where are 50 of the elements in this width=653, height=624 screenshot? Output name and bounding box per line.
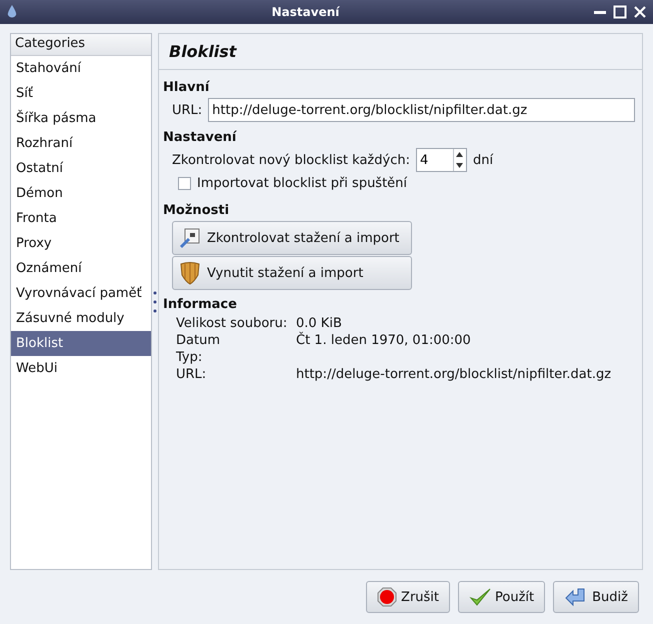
info-label: Velikost souboru: [176,315,288,332]
category-item[interactable]: Rozhraní [11,131,151,156]
field-label: URL: [172,102,202,118]
category-item[interactable]: Zásuvné moduly [11,306,151,331]
info-value: 0.0 KiB [296,315,343,332]
category-item[interactable]: Démon [11,181,151,206]
category-item[interactable]: Síť [11,81,151,106]
section-heading: Nastavení [163,130,238,145]
checkbox-label: Importovat blocklist při spuštění [197,176,408,191]
dialog-button[interactable]: Zrušit [366,581,450,613]
info-label: Typ: [176,349,204,366]
spin-down-icon[interactable] [456,163,464,168]
window-title: Nastavení [270,5,341,19]
info-label: URL: [176,366,208,383]
category-item[interactable]: Oznámení [11,256,151,281]
field-label: Zkontrolovat nový blocklist každých: [172,152,410,168]
dialog-button[interactable]: Budiž [553,581,639,613]
category-item[interactable]: WebUi [11,356,151,381]
info-value: Čt 1. leden 1970, 01:00:00 [296,332,472,349]
action-button[interactable]: Zkontrolovat stažení a import [172,221,412,255]
category-item[interactable]: Fronta [11,206,151,231]
pane-handle-icon[interactable] [153,290,157,314]
category-item[interactable]: Vyrovnávací paměť [11,281,151,306]
category-item[interactable]: Stahování [11,56,151,81]
interval-spinbox[interactable]: 4 [416,148,467,172]
category-item[interactable]: Proxy [11,231,151,256]
maximize-icon[interactable] [613,5,627,19]
section-heading: Možnosti [163,203,230,218]
checkmark-icon [469,587,492,607]
stop-icon [377,587,398,607]
section-heading: Hlavní [163,80,211,95]
page-title: Bloklist [159,34,642,70]
shield-icon [179,261,201,285]
column-header: Categories [11,34,151,56]
spin-up-icon[interactable] [456,152,464,157]
close-icon[interactable] [633,5,647,19]
download-icon [179,227,201,249]
info-label: Datum [176,332,221,349]
category-item[interactable]: Ostatní [11,156,151,181]
category-item[interactable]: Šířka pásma [11,106,151,131]
section-heading: Informace [163,297,238,312]
interval-field[interactable]: 4 [416,149,453,171]
droplet-icon [6,4,18,20]
url-field[interactable]: http://deluge-torrent.org/blocklist/nipfilter.dat.gz [208,98,635,122]
unit-label: dní [472,152,494,168]
checkbox[interactable] [178,177,191,190]
dialog-button[interactable]: Použít [458,581,546,613]
action-button[interactable]: Vynutit stažení a import [172,256,412,290]
category-item[interactable]: Bloklist [11,331,151,356]
info-value: http://deluge-torrent.org/blocklist/nipfilter.dat.gz [296,366,612,383]
